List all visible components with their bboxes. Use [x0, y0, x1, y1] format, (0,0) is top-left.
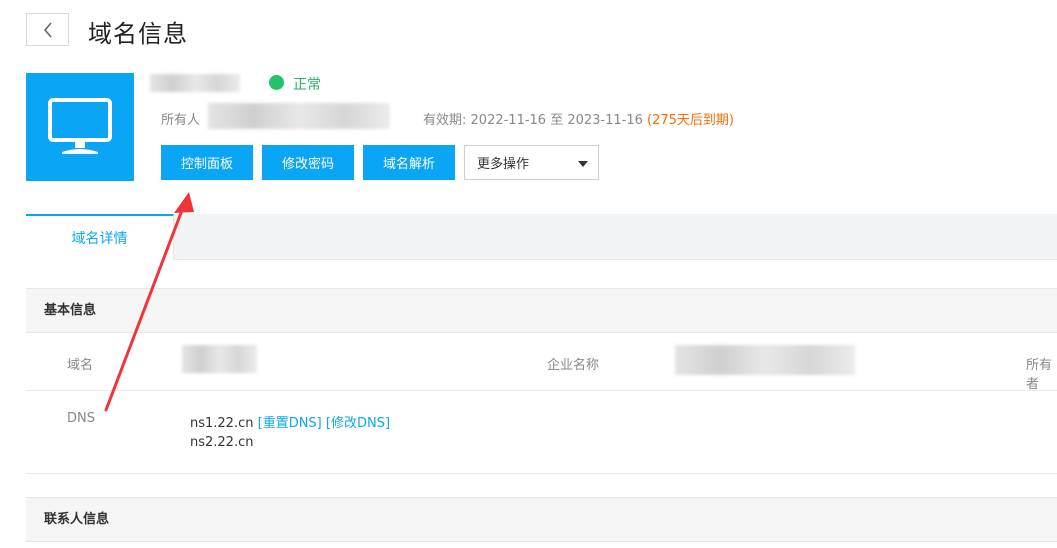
owner-label: 所有人 — [161, 113, 201, 128]
more-operations-label: 更多操作 — [477, 157, 530, 172]
control-panel-button[interactable]: 控制面板 — [161, 145, 253, 180]
validity-remaining: (275天后到期) — [647, 113, 735, 128]
change-password-button[interactable]: 修改密码 — [262, 145, 354, 180]
status-badge: 正常 — [293, 77, 321, 93]
back-button[interactable] — [26, 13, 69, 46]
monitor-icon — [48, 98, 112, 154]
domain-icon-tile — [26, 73, 134, 181]
dns-server-1-text: ns1.22.cn — [190, 416, 254, 431]
basic-info-header: 基本信息 — [26, 288, 1057, 333]
owner-column-label: 所有者 — [1026, 358, 1053, 392]
contact-info-header: 联系人信息 — [26, 497, 1057, 542]
validity-range: 2022-11-16 至 2023-11-16 — [470, 113, 643, 128]
row-divider — [26, 390, 1057, 391]
reset-dns-link[interactable]: [重置DNS] — [258, 416, 322, 431]
chevron-left-icon — [43, 21, 52, 38]
dns-resolve-button[interactable]: 域名解析 — [363, 145, 455, 180]
more-operations-select[interactable]: 更多操作 — [464, 145, 599, 180]
dns-server-2: ns2.22.cn — [190, 435, 254, 450]
validity-label: 有效期: — [423, 113, 467, 128]
validity-info: 有效期: 2022-11-16 至 2023-11-16 (275天后到期) — [423, 109, 734, 128]
tab-bar — [26, 214, 1057, 260]
page-title: 域名信息 — [88, 20, 188, 48]
domain-label: 域名 — [67, 358, 94, 373]
domain-name-redacted — [150, 74, 240, 92]
company-label: 企业名称 — [547, 358, 600, 373]
domain-value-redacted — [182, 345, 257, 373]
dns-server-1: ns1.22.cn [重置DNS] [修改DNS] — [190, 412, 390, 431]
caret-down-icon — [578, 161, 588, 167]
company-value-redacted — [675, 345, 855, 375]
tab-domain-details[interactable]: 域名详情 — [26, 214, 174, 260]
modify-dns-link[interactable]: [修改DNS] — [326, 416, 390, 431]
owner-name-redacted — [208, 103, 390, 129]
status-dot-icon — [269, 75, 284, 90]
dns-label: DNS — [67, 411, 95, 426]
row-divider — [26, 473, 1057, 474]
